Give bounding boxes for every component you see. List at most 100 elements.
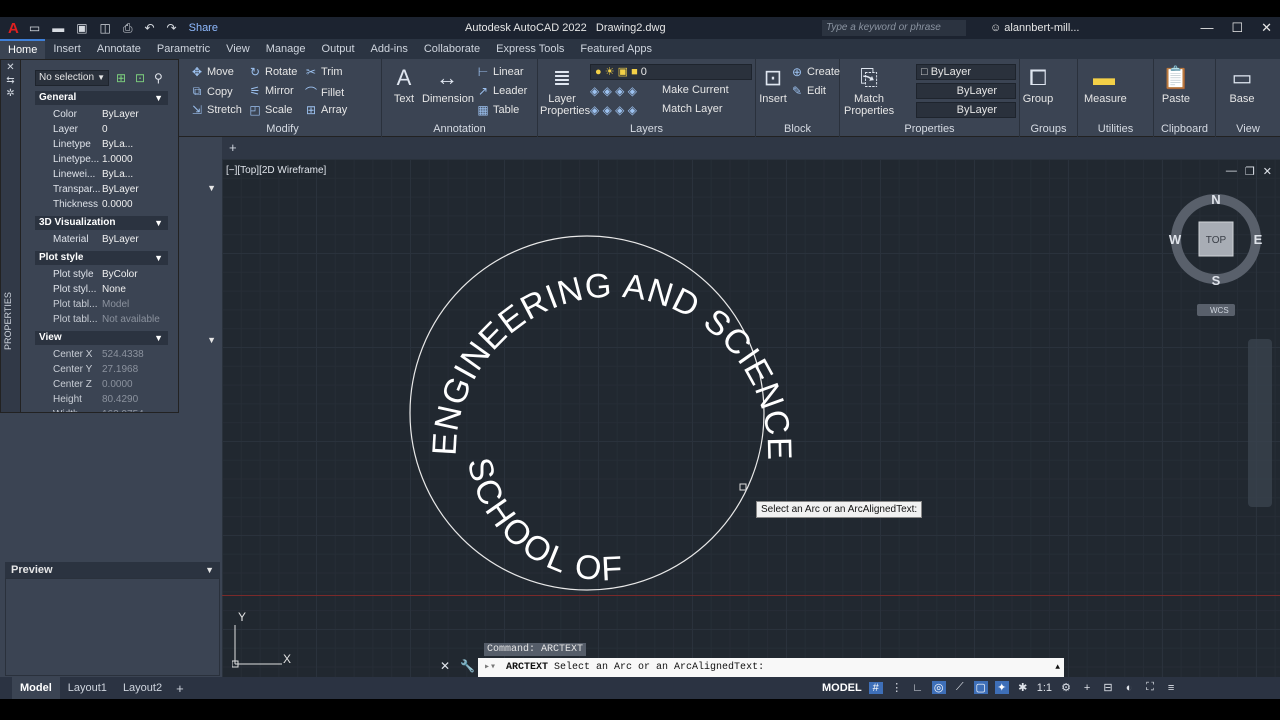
property-row[interactable]: Plot style ByColor bbox=[35, 267, 168, 282]
copy-button[interactable]: ⧉ Copy bbox=[190, 84, 233, 99]
chevron-down-icon[interactable]: ▼ bbox=[207, 183, 216, 193]
property-row[interactable]: Color ByLayer bbox=[35, 107, 168, 122]
command-dropdown-icon[interactable]: ▸▾ bbox=[484, 658, 496, 677]
preview-header[interactable]: Preview ▼ bbox=[5, 562, 220, 578]
command-line[interactable]: ▸▾ ARCTEXT Select an Arc or an ArcAligne… bbox=[478, 658, 1064, 677]
fillet-button[interactable]: ⌒ Fillet bbox=[304, 84, 344, 101]
quick-select-icon[interactable]: ⚲ bbox=[154, 71, 163, 85]
dimension-button[interactable]: ↔ Dimension bbox=[422, 63, 474, 105]
add-icon[interactable]: + bbox=[1080, 682, 1094, 694]
text-button[interactable]: A Text bbox=[390, 63, 418, 105]
user-account[interactable]: ☺ alannbert-mill... bbox=[990, 22, 1080, 34]
base-button[interactable]: ▭ Base bbox=[1226, 63, 1258, 105]
customize-wrench-icon[interactable]: 🔧 bbox=[460, 659, 475, 673]
ortho-icon[interactable]: ∟ bbox=[911, 682, 925, 694]
grid-icon[interactable]: # bbox=[868, 681, 883, 694]
fullscreen-icon[interactable]: ⛶ bbox=[1143, 681, 1157, 694]
leader-button[interactable]: ↗ Leader bbox=[476, 84, 527, 98]
open-icon[interactable]: ▬ bbox=[52, 21, 64, 35]
isometric-icon[interactable]: ⟋ bbox=[953, 681, 967, 694]
application-menu-button[interactable]: A bbox=[8, 20, 19, 37]
chevron-down-icon[interactable]: ▼ bbox=[207, 335, 216, 345]
layout-tab-layout1[interactable]: Layout1 bbox=[60, 682, 115, 694]
section-view[interactable]: View ▼ bbox=[35, 331, 168, 345]
new-icon[interactable]: ▭ bbox=[29, 21, 40, 35]
property-row[interactable]: Plot tabl... Not available bbox=[35, 312, 168, 327]
property-row[interactable]: Center X 524.4338 bbox=[35, 347, 168, 362]
property-row[interactable]: Center Y 27.1968 bbox=[35, 362, 168, 377]
selection-dropdown[interactable]: No selection ▼ bbox=[35, 70, 109, 86]
layout-tab-layout2[interactable]: Layout2 bbox=[115, 682, 170, 694]
compass-east[interactable]: E bbox=[1254, 232, 1263, 247]
pin-icon[interactable]: ⇆ bbox=[1, 75, 20, 86]
select-objects-icon[interactable]: ⊡ bbox=[135, 71, 145, 85]
paste-button[interactable]: 📋 Paste bbox=[1160, 63, 1192, 105]
close-icon[interactable]: ✕ bbox=[440, 659, 450, 673]
layer-tools-row1[interactable]: ◈ ◈ ◈ ◈ bbox=[590, 84, 637, 98]
section-general[interactable]: General ▼ bbox=[35, 91, 168, 105]
layer-properties-button[interactable]: ≣ Layer Properties bbox=[540, 63, 590, 117]
new-tab-icon[interactable]: + bbox=[229, 140, 237, 155]
insert-button[interactable]: ⊡ Insert bbox=[758, 63, 788, 105]
ribbon-tab-manage[interactable]: Manage bbox=[258, 39, 314, 59]
arc-text-bottom[interactable]: SCHOOL OF bbox=[460, 454, 625, 589]
edit-block-button[interactable]: ✎ Edit bbox=[790, 84, 826, 98]
arc-text-top[interactable]: ENGINEERING AND SCIENCES bbox=[222, 159, 798, 461]
property-row[interactable]: Linewei... ByLa... bbox=[35, 167, 168, 182]
rotate-button[interactable]: ↻ Rotate bbox=[248, 65, 297, 79]
layer-tools-row2[interactable]: ◈ ◈ ◈ ◈ bbox=[590, 103, 637, 117]
property-row[interactable]: Width 162.9754 bbox=[35, 407, 168, 412]
properties-ribbon-panel-title[interactable]: Properties bbox=[840, 123, 1019, 135]
compass-west[interactable]: W bbox=[1169, 232, 1182, 247]
osnap-icon[interactable]: ▢ bbox=[973, 681, 988, 694]
scale-button[interactable]: ◰ Scale bbox=[248, 103, 292, 117]
trim-button[interactable]: ✂ Trim bbox=[304, 65, 343, 79]
clipboard-panel-title[interactable]: Clipboard bbox=[1154, 123, 1215, 135]
annotation-scale[interactable]: 1:1 bbox=[1037, 682, 1052, 694]
navigation-bar[interactable] bbox=[1248, 339, 1272, 507]
property-row[interactable]: Height 80.4290 bbox=[35, 392, 168, 407]
model-space-button[interactable]: MODEL bbox=[822, 682, 862, 694]
chevron-up-icon[interactable]: ▲ bbox=[1055, 658, 1060, 677]
ribbon-tab-collaborate[interactable]: Collaborate bbox=[416, 39, 488, 59]
ribbon-tab-output[interactable]: Output bbox=[314, 39, 363, 59]
section-viz[interactable]: 3D Visualization ▼ bbox=[35, 216, 168, 230]
annotation-panel-title[interactable]: Annotation bbox=[382, 123, 537, 135]
array-button[interactable]: ⊞ Array bbox=[304, 103, 347, 117]
view-ribbon-panel-title[interactable]: View bbox=[1216, 123, 1280, 135]
ribbon-tab-view[interactable]: View bbox=[218, 39, 258, 59]
toggle-pickadd-icon[interactable]: ⊞ bbox=[116, 71, 126, 85]
table-button[interactable]: ▦ Table bbox=[476, 103, 519, 117]
linear-button[interactable]: ⊢ Linear bbox=[476, 65, 524, 79]
move-button[interactable]: ✥ Move bbox=[190, 65, 234, 79]
ribbon-tab-home[interactable]: Home bbox=[0, 39, 46, 59]
ribbon-tab-add-ins[interactable]: Add-ins bbox=[363, 39, 416, 59]
property-row[interactable]: Linetype... 1.0000 bbox=[35, 152, 168, 167]
plot-icon[interactable]: ⎙ bbox=[123, 21, 133, 36]
lineweight-dropdown[interactable]: ByLayer bbox=[916, 102, 1016, 118]
layout-tab-model[interactable]: Model bbox=[12, 677, 60, 699]
drawing-canvas[interactable]: [−][Top][2D Wireframe] — ❐ ✕ ENGINEERING… bbox=[222, 159, 1280, 677]
measure-button[interactable]: ▬ Measure bbox=[1084, 63, 1127, 105]
snap-icon[interactable]: ⋮ bbox=[890, 681, 904, 694]
mirror-button[interactable]: ⚟ Mirror bbox=[248, 84, 294, 98]
share-button[interactable]: Share bbox=[189, 22, 218, 34]
utilities-panel-title[interactable]: Utilities bbox=[1078, 123, 1153, 135]
annotation-visibility-icon[interactable]: ✦ bbox=[994, 681, 1009, 694]
redo-icon[interactable]: ↷ bbox=[167, 21, 177, 35]
layer-dropdown[interactable]: ● ☀ ▣ ■ 0 bbox=[590, 64, 752, 80]
property-row[interactable]: Center Z 0.0000 bbox=[35, 377, 168, 392]
property-row[interactable]: Plot tabl... Model bbox=[35, 297, 168, 312]
property-row[interactable]: Transpar... ByLayer bbox=[35, 182, 168, 197]
close-icon[interactable]: ✕ bbox=[1, 62, 20, 73]
color-dropdown[interactable]: □ ByLayer bbox=[916, 64, 1016, 80]
modify-panel-title[interactable]: Modify bbox=[184, 123, 381, 135]
group-button[interactable]: ⧠ Group bbox=[1022, 63, 1054, 105]
ribbon-tab-annotate[interactable]: Annotate bbox=[89, 39, 149, 59]
save-as-icon[interactable]: ◫ bbox=[100, 21, 111, 35]
gear-icon[interactable]: ⚙ bbox=[1059, 681, 1073, 694]
block-panel-title[interactable]: Block bbox=[756, 123, 839, 135]
stretch-button[interactable]: ⇲ Stretch bbox=[190, 103, 242, 117]
match-layer-button[interactable]: Match Layer bbox=[662, 103, 723, 115]
ribbon-tab-insert[interactable]: Insert bbox=[45, 39, 89, 59]
